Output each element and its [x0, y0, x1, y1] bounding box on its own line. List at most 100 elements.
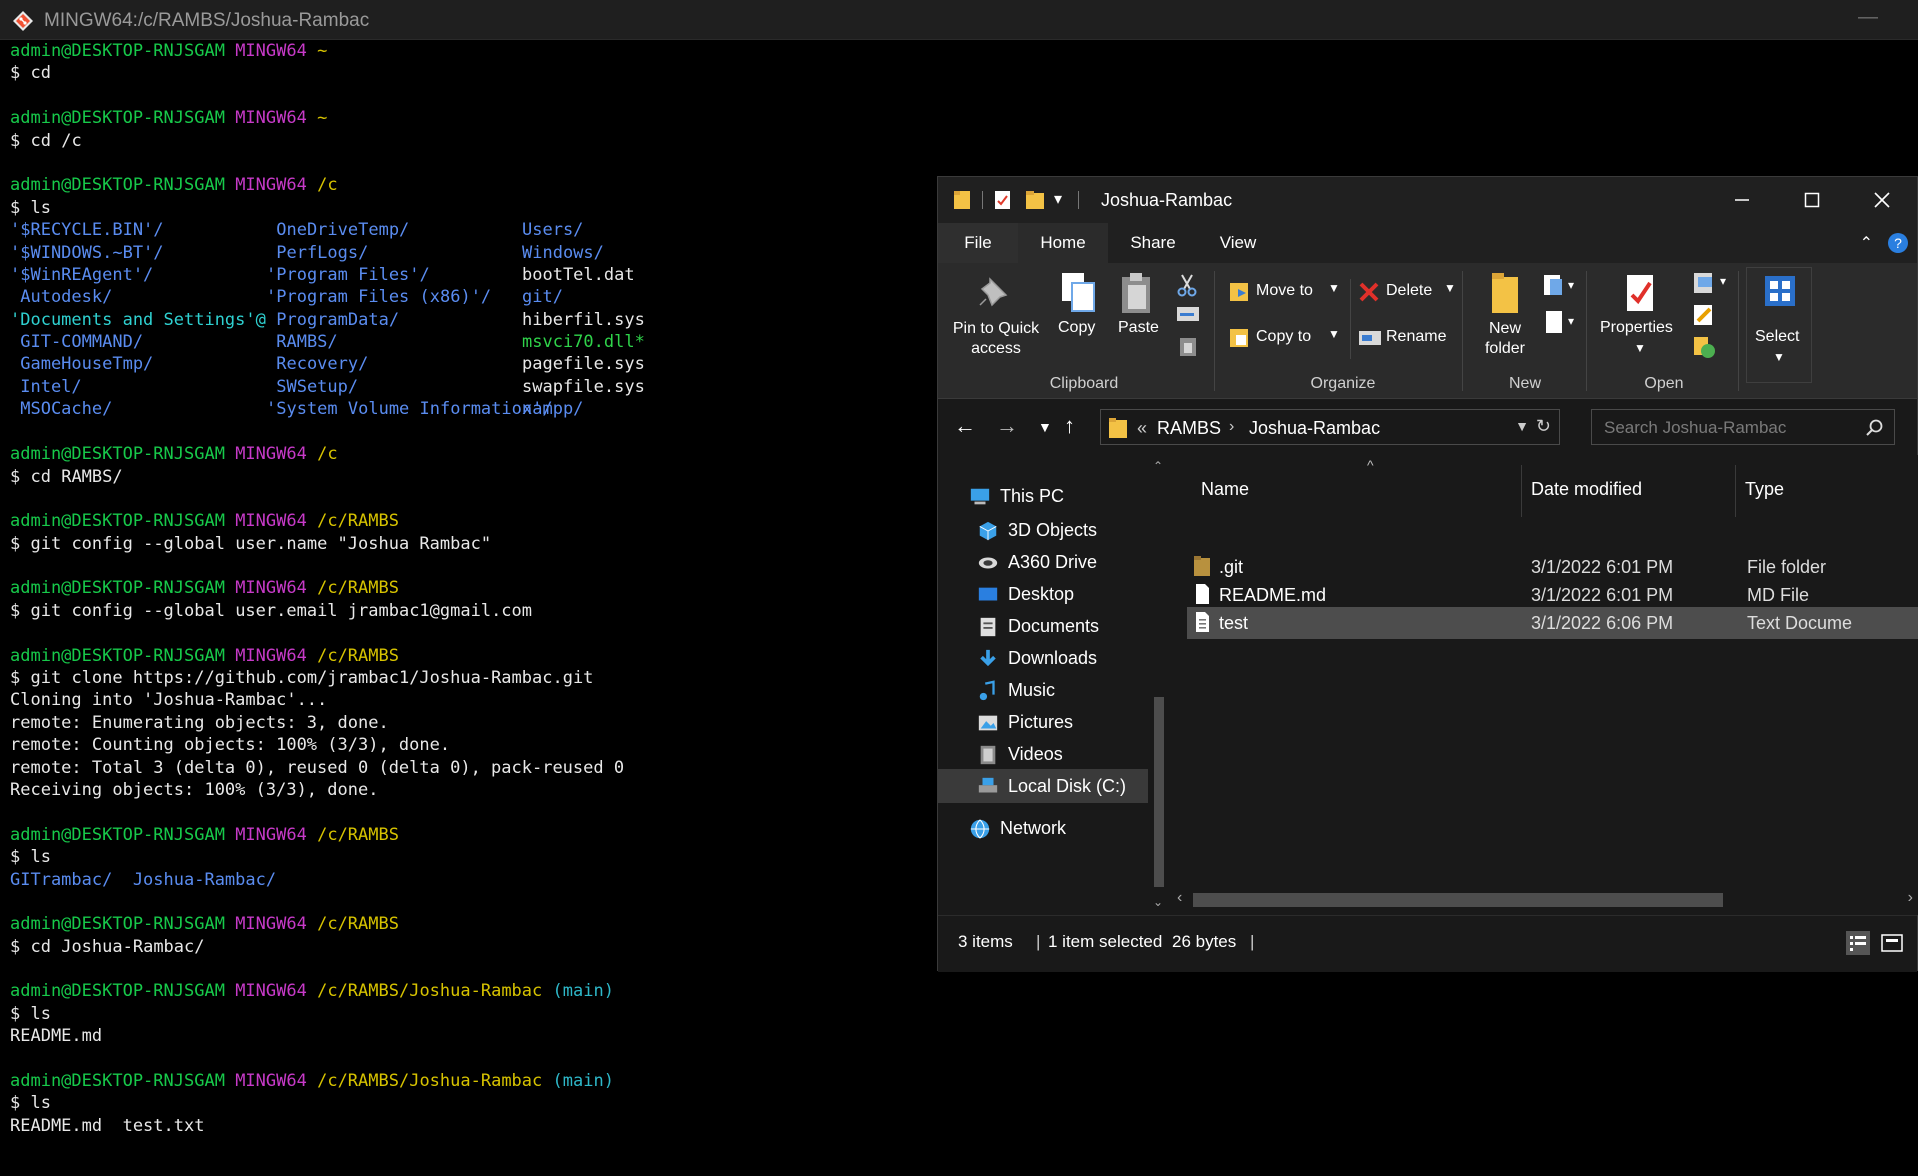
- clipboard-group-label: Clipboard: [1049, 375, 1119, 392]
- prompt-env: MINGW64: [235, 824, 307, 845]
- this-pc-icon: [970, 489, 990, 505]
- sidebar-item-label: Downloads: [1008, 648, 1098, 668]
- file-row[interactable]: test 3/1/2022 6:06 PM Text Docume: [1187, 607, 1918, 639]
- refresh-icon[interactable]: ↻: [1536, 416, 1551, 437]
- prompt-path: /c/RAMBS/Joshua-Rambac: [317, 1071, 543, 1092]
- column-header-date-modified[interactable]: Date modified: [1531, 479, 1642, 500]
- forward-button[interactable]: →: [996, 413, 1018, 439]
- minimize-button[interactable]: —: [1858, 6, 1878, 29]
- copy-path-icon[interactable]: [1176, 305, 1200, 323]
- select-icon: [1765, 276, 1795, 306]
- sidebar-item-a360-drive[interactable]: A360 Drive: [976, 545, 1097, 579]
- nav-scrollbar[interactable]: ⌃ ⌄: [1148, 455, 1170, 915]
- copy-button[interactable]: Copy: [1052, 271, 1102, 371]
- address-bar[interactable]: « RAMBS › Joshua-Rambac ▼ ↻: [1100, 409, 1560, 445]
- tab-view[interactable]: View: [1198, 223, 1278, 263]
- sidebar-item-documents[interactable]: Documents: [976, 609, 1099, 643]
- address-dropdown-icon[interactable]: ▼: [1515, 418, 1529, 434]
- sidebar-item-desktop[interactable]: Desktop: [976, 577, 1074, 611]
- ribbon: Pin to Quick access Copy Paste Clipboard…: [938, 263, 1917, 399]
- breadcrumb-joshua-rambac[interactable]: Joshua-Rambac: [1249, 418, 1380, 439]
- sidebar-item-this-pc[interactable]: This PC: [968, 479, 1064, 513]
- prompt-user: admin@DESKTOP-RNJSGAM: [10, 981, 225, 1002]
- rename-button[interactable]: Rename: [1358, 321, 1458, 357]
- sidebar-item-downloads[interactable]: Downloads: [976, 641, 1097, 675]
- command-output: remote: Enumerating objects: 3, done.: [10, 712, 910, 734]
- horizontal-scroll-thumb[interactable]: [1193, 893, 1723, 907]
- customize-quick-access-chevron-icon[interactable]: ▾: [1054, 189, 1062, 209]
- sidebar-item-local-disk-c[interactable]: Local Disk (C:): [938, 769, 1148, 803]
- move-to-button[interactable]: Move to ▼: [1228, 275, 1348, 311]
- scroll-left-icon[interactable]: ‹: [1177, 889, 1182, 907]
- close-button[interactable]: [1847, 177, 1917, 223]
- maximize-button[interactable]: [1777, 177, 1847, 223]
- ls-entry-name: SWSetup/: [266, 376, 359, 397]
- new-item-icon[interactable]: ▾: [1542, 273, 1576, 301]
- prompt-user: admin@DESKTOP-RNJSGAM: [10, 444, 225, 465]
- column-divider[interactable]: [1521, 465, 1522, 517]
- tab-file[interactable]: File: [938, 223, 1018, 263]
- git-bash-icon: [13, 11, 33, 31]
- terminal-command: $ ls: [10, 846, 910, 868]
- open-icon[interactable]: ▾: [1690, 271, 1730, 295]
- new-folder-quick-icon[interactable]: [1024, 189, 1046, 211]
- column-header-name[interactable]: Name: [1201, 479, 1249, 500]
- details-view-icon[interactable]: [1845, 930, 1871, 956]
- large-icons-view-icon[interactable]: [1879, 930, 1905, 956]
- up-button[interactable]: ↑: [1064, 413, 1075, 439]
- tab-share[interactable]: Share: [1108, 223, 1198, 263]
- sidebar-item-music[interactable]: Music: [976, 673, 1055, 707]
- minimize-button[interactable]: [1707, 177, 1777, 223]
- paste-shortcut-icon[interactable]: [1178, 335, 1198, 357]
- history-icon[interactable]: [1690, 335, 1718, 359]
- file-list-pane[interactable]: ^ Name Date modified Type .git 3/1/2022 6…: [1171, 455, 1918, 915]
- tab-home[interactable]: Home: [1018, 223, 1108, 263]
- file-explorer-window[interactable]: ▾ Joshua-Rambac File Home Share View ⌃ ?…: [937, 176, 1918, 972]
- scroll-up-icon[interactable]: ⌃: [1153, 459, 1163, 473]
- help-icon[interactable]: ?: [1887, 232, 1909, 254]
- move-to-icon: [1230, 283, 1248, 301]
- breadcrumb-rambs[interactable]: RAMBS: [1157, 418, 1221, 439]
- scroll-down-icon[interactable]: ⌄: [1153, 895, 1163, 909]
- cut-icon[interactable]: [1176, 273, 1198, 297]
- back-button[interactable]: ←: [954, 413, 976, 439]
- properties-button[interactable]: Properties ▼: [1594, 271, 1690, 371]
- easy-access-icon[interactable]: ▾: [1542, 309, 1576, 337]
- ls-entry-name: bootTel.dat: [522, 264, 635, 285]
- ls-entry-name: OneDriveTemp/: [266, 220, 410, 241]
- prompt-path: /c/RAMBS: [317, 511, 399, 532]
- navigation-pane[interactable]: This PC 3D Objects A360 Drive Desktop Docume…: [938, 455, 1170, 915]
- edit-icon[interactable]: [1690, 303, 1718, 327]
- column-divider[interactable]: [1735, 465, 1736, 517]
- copy-to-button[interactable]: Copy to ▼: [1228, 321, 1348, 357]
- recent-locations-chevron-icon[interactable]: ▼: [1038, 419, 1052, 435]
- new-folder-button[interactable]: New folder: [1470, 271, 1540, 371]
- sidebar-item-3d-objects[interactable]: 3D Objects: [976, 513, 1097, 547]
- select-button[interactable]: Select ▼: [1746, 267, 1812, 383]
- collapse-ribbon-icon[interactable]: ⌃: [1860, 233, 1873, 253]
- search-input[interactable]: Search Joshua-Rambac: [1604, 418, 1786, 438]
- terminal-output[interactable]: admin@DESKTOP-RNJSGAM MINGW64 ~ $ cd admin…: [10, 40, 910, 1170]
- terminal-titlebar[interactable]: MINGW64:/c/RAMBS/Joshua-Rambac —: [0, 0, 1918, 40]
- sidebar-item-videos[interactable]: Videos: [976, 737, 1063, 771]
- explorer-titlebar[interactable]: ▾ Joshua-Rambac: [938, 177, 1917, 223]
- scroll-right-icon[interactable]: ›: [1908, 889, 1913, 907]
- delete-button[interactable]: Delete ▼: [1358, 275, 1458, 311]
- ls-entry-name: msvci70.dll*: [522, 332, 645, 353]
- prompt-env: MINGW64: [235, 914, 307, 935]
- ls-column: '$RECYCLE.BIN'/'$WINDOWS.~BT'/'$WinREAge…: [10, 219, 266, 421]
- pin-to-quick-access-button[interactable]: Pin to Quick access: [946, 271, 1046, 371]
- properties-quick-icon[interactable]: [992, 189, 1014, 211]
- paste-button[interactable]: Paste: [1110, 271, 1166, 371]
- column-header-type[interactable]: Type: [1745, 479, 1784, 500]
- file-type: File folder: [1747, 557, 1827, 577]
- search-box[interactable]: Search Joshua-Rambac: [1591, 409, 1895, 445]
- folder-icon: [1194, 556, 1210, 576]
- nav-scroll-thumb[interactable]: [1154, 697, 1164, 887]
- prompt-env: MINGW64: [235, 981, 307, 1002]
- sidebar-item-pictures[interactable]: Pictures: [976, 705, 1073, 739]
- horizontal-scrollbar[interactable]: ‹ ›: [1171, 887, 1918, 913]
- address-overflow[interactable]: «: [1137, 418, 1147, 439]
- sidebar-item-network[interactable]: Network: [968, 811, 1066, 845]
